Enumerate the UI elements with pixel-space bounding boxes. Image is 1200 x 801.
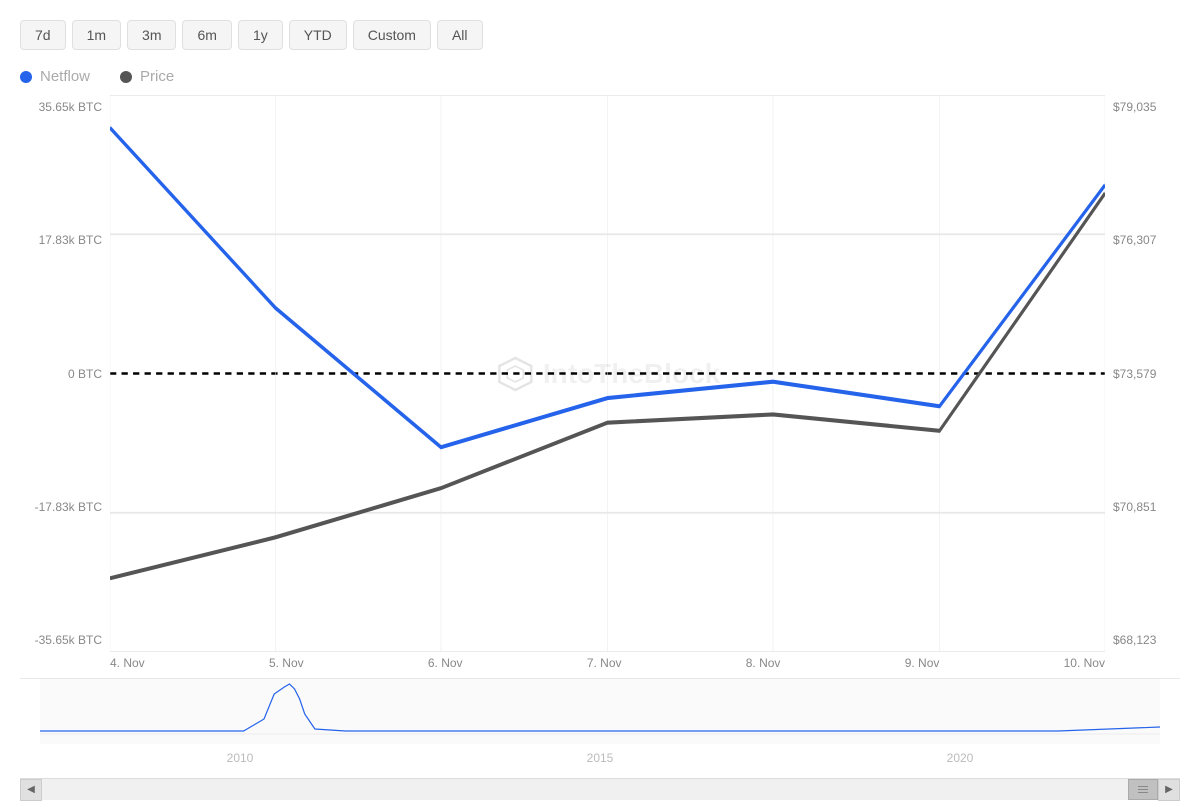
x-label-3: 7. Nov <box>587 656 622 670</box>
scroll-thumb-lines <box>1138 786 1148 793</box>
scroll-left-btn[interactable]: ◀ <box>20 779 42 801</box>
y-left-4: -35.65k BTC <box>20 633 102 647</box>
legend-price: Price <box>120 68 174 85</box>
y-axis-left: 35.65k BTC 17.83k BTC 0 BTC -17.83k BTC … <box>20 95 110 652</box>
mini-chart-section: 2010 2015 2020 <box>20 678 1180 778</box>
btn-ytd[interactable]: YTD <box>289 20 347 50</box>
netflow-dot <box>20 71 32 83</box>
mini-x-axis: 2010 2015 2020 <box>40 749 1160 765</box>
btn-all[interactable]: All <box>437 20 483 50</box>
y-left-3: -17.83k BTC <box>20 500 102 514</box>
chart-legend: Netflow Price <box>20 68 1180 85</box>
y-left-1: 17.83k BTC <box>20 233 102 247</box>
mini-chart-wrapper: 2010 2015 2020 <box>40 679 1160 778</box>
btn-custom[interactable]: Custom <box>353 20 431 50</box>
mini-x-label-1: 2015 <box>587 751 614 765</box>
chart-area: 35.65k BTC 17.83k BTC 0 BTC -17.83k BTC … <box>20 95 1180 800</box>
price-label: Price <box>140 68 174 85</box>
y-left-2: 0 BTC <box>20 367 102 381</box>
x-label-4: 8. Nov <box>746 656 781 670</box>
y-axis-right: $79,035 $76,307 $73,579 $70,851 $68,123 <box>1105 95 1180 652</box>
x-axis: 4. Nov 5. Nov 6. Nov 7. Nov 8. Nov 9. No… <box>20 652 1105 674</box>
x-label-6: 10. Nov <box>1064 656 1105 670</box>
scroll-right-btn[interactable]: ▶ <box>1158 779 1180 801</box>
scrollbar[interactable]: ◀ ▶ <box>20 778 1180 800</box>
btn-1y[interactable]: 1y <box>238 20 283 50</box>
btn-6m[interactable]: 6m <box>182 20 231 50</box>
mini-svg <box>40 679 1160 744</box>
scroll-track[interactable] <box>42 779 1158 800</box>
legend-netflow: Netflow <box>20 68 90 85</box>
btn-1m[interactable]: 1m <box>72 20 121 50</box>
mini-x-label-2: 2020 <box>947 751 974 765</box>
netflow-label: Netflow <box>40 68 90 85</box>
y-right-4: $68,123 <box>1113 633 1180 647</box>
main-chart-wrapper: 35.65k BTC 17.83k BTC 0 BTC -17.83k BTC … <box>20 95 1180 652</box>
btn-7d[interactable]: 7d <box>20 20 66 50</box>
x-label-0: 4. Nov <box>110 656 145 670</box>
scroll-thumb[interactable] <box>1128 779 1158 800</box>
chart-canvas: IntoTheBlock <box>110 95 1105 652</box>
y-right-1: $76,307 <box>1113 233 1180 247</box>
main-container: 7d 1m 3m 6m 1y YTD Custom All Netflow Pr… <box>0 0 1200 800</box>
x-label-1: 5. Nov <box>269 656 304 670</box>
x-label-2: 6. Nov <box>428 656 463 670</box>
btn-3m[interactable]: 3m <box>127 20 176 50</box>
price-dot <box>120 71 132 83</box>
y-left-0: 35.65k BTC <box>20 100 102 114</box>
mini-x-label-0: 2010 <box>227 751 254 765</box>
main-svg <box>110 95 1105 652</box>
y-right-2: $73,579 <box>1113 367 1180 381</box>
y-right-0: $79,035 <box>1113 100 1180 114</box>
y-right-3: $70,851 <box>1113 500 1180 514</box>
x-label-5: 9. Nov <box>905 656 940 670</box>
time-range-selector: 7d 1m 3m 6m 1y YTD Custom All <box>20 20 1180 50</box>
